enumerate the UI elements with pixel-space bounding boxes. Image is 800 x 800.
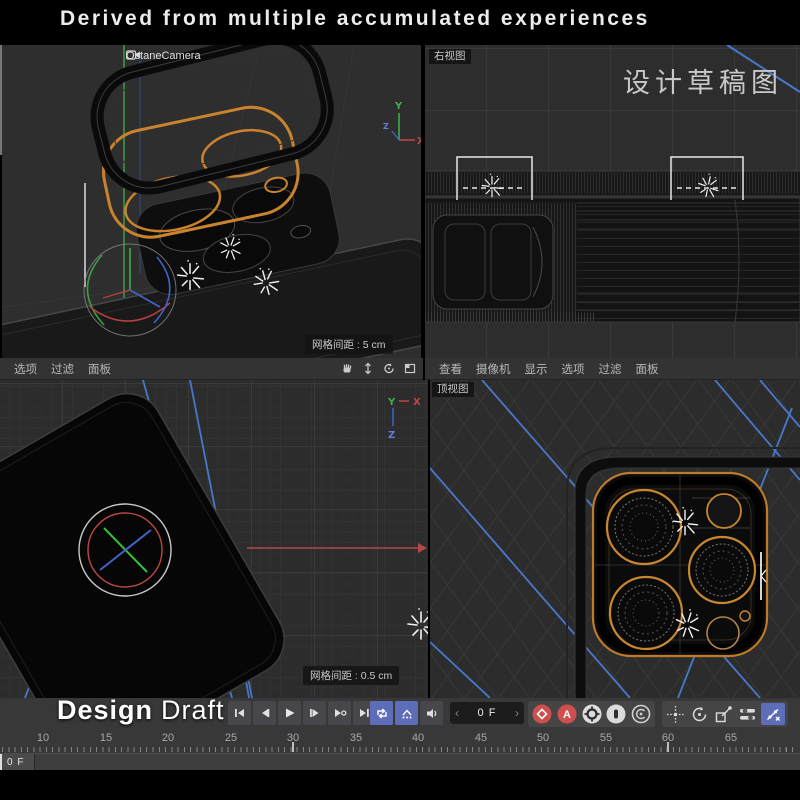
playhead-handle[interactable]: 0 F (0, 754, 35, 770)
svg-text:A: A (563, 709, 571, 721)
play-button[interactable] (278, 701, 301, 725)
position-keys-icon[interactable] (665, 704, 686, 725)
key-filter-controls (662, 701, 788, 727)
keyframe-mode-controls (602, 701, 655, 727)
ruler-tick-label: 10 (31, 732, 55, 744)
keyframe-button[interactable] (605, 703, 627, 725)
svg-text:Y: Y (387, 397, 396, 408)
viewport-front-view[interactable]: Y X Z 网格间距 : 0.5 cm (0, 380, 428, 698)
viewport-menubar-right-view: 查看 摄像机 显示 选项 过滤 面板 (425, 358, 800, 380)
page-title: Derived from multiple accumulated experi… (60, 7, 650, 31)
mic-dot (740, 611, 750, 621)
current-frame-field[interactable]: ‹ 0 F › (450, 702, 524, 724)
top-view-scene (430, 380, 800, 698)
ruler-tick-label: 45 (469, 732, 493, 744)
timeline-slider[interactable]: 0 F (0, 753, 800, 770)
svg-text:X: X (417, 136, 421, 147)
sound-toggle-button[interactable] (420, 701, 443, 725)
flash-ring (707, 494, 741, 528)
rotate-view-icon[interactable] (382, 362, 396, 375)
toggle-view-icon[interactable] (403, 362, 417, 375)
record-controls: A (528, 701, 606, 727)
camera-label[interactable]: OctaneCamera (126, 50, 201, 62)
axis-gizmo: Y X Z (383, 101, 421, 147)
zoom-view-icon[interactable] (361, 362, 375, 375)
keying-settings-gear-icon[interactable] (581, 703, 603, 725)
pla-keys-button[interactable] (761, 703, 785, 725)
current-frame-value: 0 F (464, 707, 510, 719)
axis-gizmo: Y X Z (387, 397, 421, 441)
parameter-keys-icon[interactable] (737, 704, 758, 725)
viewport-menubar-perspective: 选项 过滤 面板 (0, 358, 423, 380)
lens-top-left (607, 490, 681, 564)
svg-text:Z: Z (383, 122, 389, 131)
playback-mode-controls (370, 701, 443, 725)
menu-panel[interactable]: 面板 (88, 361, 111, 377)
menu-cameras[interactable]: 摄像机 (476, 361, 511, 377)
perspective-scene: Y X Z (2, 45, 421, 358)
ruler-tick-label: 35 (344, 732, 368, 744)
next-frame-button[interactable] (303, 701, 326, 725)
menu-options[interactable]: 选项 (562, 361, 585, 377)
major-tick (292, 742, 294, 752)
design-word: Design (57, 695, 153, 725)
viewport-label-right[interactable]: 右视图 (429, 49, 471, 64)
c4d-app-window: Derived from multiple accumulated experi… (0, 0, 800, 800)
svg-text:X: X (413, 397, 421, 408)
bottom-spacer (0, 770, 800, 800)
camera-icon (126, 50, 141, 60)
lens-bottom-left (610, 577, 682, 649)
keyframe-track-button[interactable] (395, 701, 418, 725)
phone-silhouette (0, 381, 297, 698)
ruler-tick-label: 50 (531, 732, 555, 744)
major-tick (667, 742, 669, 752)
frame-increment-arrow[interactable]: › (510, 706, 524, 720)
viewport-perspective[interactable]: Y X Z OctaneCamera 网格间距 : 5 cm (2, 45, 421, 358)
viewport-right-view[interactable]: 右视图 设计草稿图 (425, 45, 800, 358)
menu-view[interactable]: 查看 (439, 361, 462, 377)
menu-display[interactable]: 显示 (525, 361, 548, 377)
menu-options[interactable]: 选项 (14, 361, 37, 377)
ruler-tick-label: 55 (594, 732, 618, 744)
record-keyframe-button[interactable] (531, 703, 553, 725)
ruler-tick-label: 15 (94, 732, 118, 744)
ruler-tick-label: 65 (719, 732, 743, 744)
previous-frame-button[interactable] (253, 701, 276, 725)
transport-controls (228, 701, 376, 725)
x-axis-arrow (247, 543, 427, 553)
ruler-tick-label: 20 (156, 732, 180, 744)
camera-block-wireframe (425, 201, 577, 321)
menu-panel[interactable]: 面板 (636, 361, 659, 377)
grid-spacing-label: 网格间距 : 5 cm (305, 335, 393, 354)
ruler-tickmarks (2, 747, 798, 752)
lens-right (689, 537, 755, 603)
ruler-tick-label: 40 (406, 732, 430, 744)
menu-filter[interactable]: 过滤 (51, 361, 74, 377)
timeline-ruler[interactable]: 10 15 20 25 30 35 40 45 50 55 60 65 (0, 730, 800, 753)
viewport-label-top[interactable]: 顶视图 (432, 382, 474, 397)
rotation-keys-icon[interactable] (689, 704, 710, 725)
frame-decrement-arrow[interactable]: ‹ (450, 706, 464, 720)
ruler-tick-label: 25 (219, 732, 243, 744)
playhead-mark (0, 754, 2, 770)
cn-watermark: 设计草稿图 (623, 61, 783, 100)
sparkle-sketch (408, 608, 428, 639)
design-draft-caption: Design Draft (57, 695, 225, 726)
loop-mode-button[interactable] (370, 701, 393, 725)
pan-view-icon[interactable] (340, 362, 354, 375)
svg-text:Y: Y (394, 101, 403, 112)
goto-start-button[interactable] (228, 701, 251, 725)
draft-word: Draft (161, 695, 225, 725)
menu-filter[interactable]: 过滤 (599, 361, 622, 377)
playhead-frame-label: 0 F (7, 757, 24, 768)
front-view-scene: Y X Z (0, 380, 428, 698)
svg-text:Z: Z (388, 430, 395, 441)
motion-mode-button[interactable] (630, 703, 652, 725)
next-key-button[interactable] (328, 701, 351, 725)
scale-keys-icon[interactable] (713, 704, 734, 725)
grid-spacing-label: 网格间距 : 0.5 cm (303, 666, 399, 685)
autokey-button[interactable]: A (556, 703, 578, 725)
viewport-top-view[interactable]: 顶视图 (430, 380, 800, 698)
